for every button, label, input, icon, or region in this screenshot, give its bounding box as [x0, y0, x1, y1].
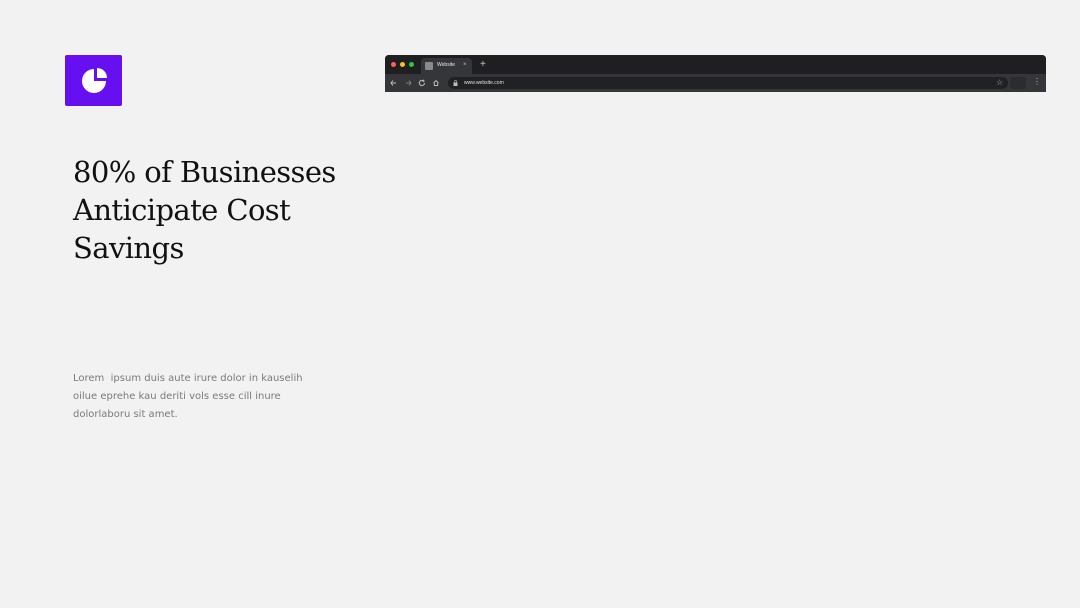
lock-icon [453, 80, 458, 86]
star-icon[interactable]: ☆ [996, 77, 1003, 89]
new-tab-button[interactable]: + [480, 58, 486, 72]
pie-chart-icon [81, 67, 107, 93]
home-icon[interactable] [432, 77, 440, 92]
browser-window: Website × + www.website.com ☆ ⋮ [385, 55, 1046, 92]
browser-toolbar: www.website.com ☆ ⋮ [385, 74, 1046, 92]
address-bar[interactable]: www.website.com ☆ [448, 77, 1008, 89]
window-close-icon[interactable] [391, 62, 396, 67]
page-title: 80% of Businesses Anticipate Cost Saving… [73, 155, 336, 265]
favicon-icon [425, 62, 433, 70]
arrow-left-icon[interactable] [390, 77, 398, 92]
browser-tab[interactable]: Website × [421, 58, 472, 74]
kebab-menu-icon[interactable]: ⋮ [1033, 76, 1041, 88]
reload-icon[interactable] [418, 77, 426, 92]
tab-title: Website [437, 62, 455, 68]
arrow-right-icon[interactable] [404, 77, 412, 92]
extension-area[interactable] [1010, 77, 1026, 89]
logo-badge [65, 55, 122, 106]
body-paragraph: Lorem ipsum duis aute irure dolor in kau… [73, 373, 306, 420]
tab-close-icon[interactable]: × [463, 61, 467, 70]
url-text: www.website.com [464, 80, 504, 86]
window-maximize-icon[interactable] [409, 62, 414, 67]
window-minimize-icon[interactable] [400, 62, 405, 67]
browser-tab-bar: Website × + [385, 55, 1046, 74]
